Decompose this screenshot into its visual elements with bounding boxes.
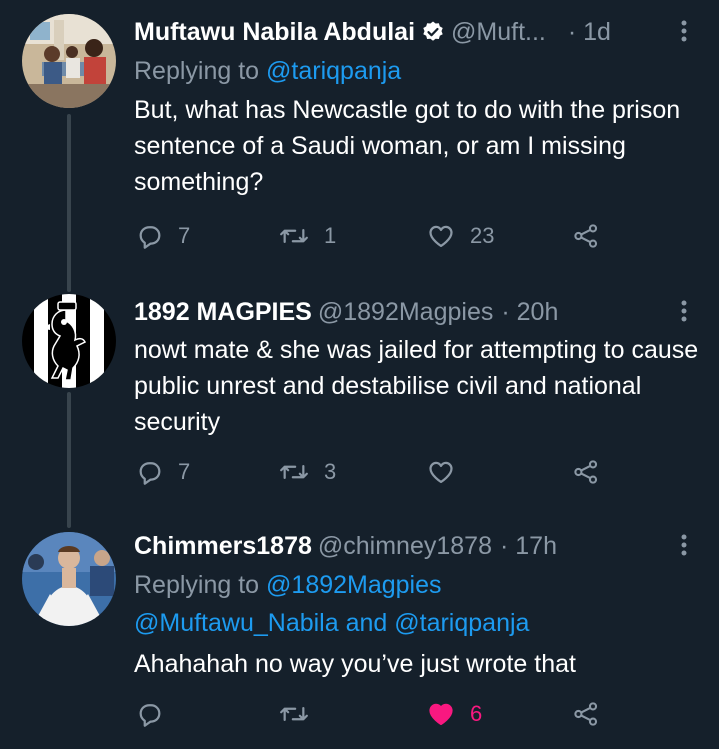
display-name[interactable]: Muftawu Nabila Abdulai	[134, 18, 415, 47]
user-handle[interactable]: @chimney1878	[318, 532, 492, 561]
reply-count: 7	[178, 459, 191, 484]
reply-icon	[139, 226, 161, 249]
replying-to-link[interactable]: @Muftawu_Nabila	[134, 609, 339, 637]
like-button[interactable]: 6	[426, 700, 482, 728]
tweet-3[interactable]: Chimmers1878 @chimney1878 · 17h Replying…	[0, 528, 719, 749]
display-name[interactable]: Chimmers1878	[134, 532, 312, 561]
retweet-button[interactable]: 1	[278, 222, 336, 250]
replying-to-link[interactable]: @tariqpanja	[266, 57, 401, 85]
reply-button[interactable]: 7	[136, 222, 190, 250]
tweet-text: But, what has Newcastle got to do with t…	[134, 96, 681, 196]
more-icon[interactable]	[667, 14, 701, 48]
share-icon	[574, 460, 598, 484]
like-button[interactable]: 23	[426, 222, 494, 250]
tweet-header: Muftawu Nabila Abdulai @Muft... · 1d	[134, 14, 701, 50]
like-icon	[429, 461, 453, 484]
tweet-text: nowt mate & she was jailed for attemptin…	[134, 336, 699, 436]
avatar[interactable]	[22, 532, 116, 626]
user-handle[interactable]: @Muft...	[451, 18, 546, 47]
like-button[interactable]	[426, 458, 470, 486]
more-icon[interactable]	[667, 528, 701, 562]
retweet-icon	[280, 465, 308, 479]
replying-to: Replying to @tariqpanja	[134, 52, 701, 90]
tweet-text: Ahahahah no way you’ve just wrote that	[134, 650, 576, 678]
more-icon[interactable]	[667, 294, 701, 328]
tweet-actions: 7 3	[0, 458, 719, 494]
tweet-actions: 6	[0, 700, 719, 736]
reply-button[interactable]	[136, 700, 178, 728]
replying-to-label: Replying to	[134, 571, 267, 599]
share-button[interactable]	[572, 222, 600, 250]
replying-to: Replying to @1892Magpies @Muftawu_Nabila…	[134, 566, 701, 642]
replying-to-link[interactable]: @1892Magpies	[266, 571, 442, 599]
like-count: 6	[470, 701, 483, 726]
retweet-button[interactable]	[278, 700, 324, 728]
timestamp[interactable]: · 20h	[501, 298, 558, 327]
verified-badge-icon	[421, 20, 445, 44]
like-icon	[429, 703, 453, 726]
avatar[interactable]	[22, 294, 116, 388]
share-icon	[574, 224, 598, 248]
like-count: 23	[470, 223, 495, 248]
reply-icon	[139, 462, 161, 485]
retweet-icon	[280, 229, 308, 243]
share-button[interactable]	[572, 700, 600, 728]
retweet-button[interactable]: 3	[278, 458, 336, 486]
display-name[interactable]: 1892 MAGPIES	[134, 298, 312, 327]
tweet-1[interactable]: Muftawu Nabila Abdulai @Muft... · 1d Rep…	[0, 14, 719, 274]
reply-button[interactable]: 7	[136, 458, 190, 486]
reply-icon	[139, 704, 161, 727]
replying-to-and: and	[338, 609, 395, 637]
like-icon	[429, 225, 453, 248]
retweet-icon	[280, 707, 308, 721]
retweet-count: 3	[324, 459, 337, 484]
replying-to-link[interactable]: @tariqpanja	[394, 609, 529, 637]
tweet-header: Chimmers1878 @chimney1878 · 17h	[134, 528, 701, 564]
share-icon	[574, 702, 598, 726]
avatar[interactable]	[22, 14, 116, 108]
reply-count: 7	[178, 223, 191, 248]
tweet-2[interactable]: 1892 MAGPIES @1892Magpies · 20h nowt mat…	[0, 294, 719, 508]
user-handle[interactable]: @1892Magpies	[318, 298, 494, 327]
tweet-header: 1892 MAGPIES @1892Magpies · 20h	[134, 294, 701, 330]
timestamp[interactable]: · 1d	[568, 18, 611, 47]
tweet-actions: 7 1 23	[0, 222, 719, 258]
replying-to-label: Replying to	[134, 57, 267, 85]
share-button[interactable]	[572, 458, 600, 486]
retweet-count: 1	[324, 223, 337, 248]
timestamp[interactable]: · 17h	[500, 532, 557, 561]
